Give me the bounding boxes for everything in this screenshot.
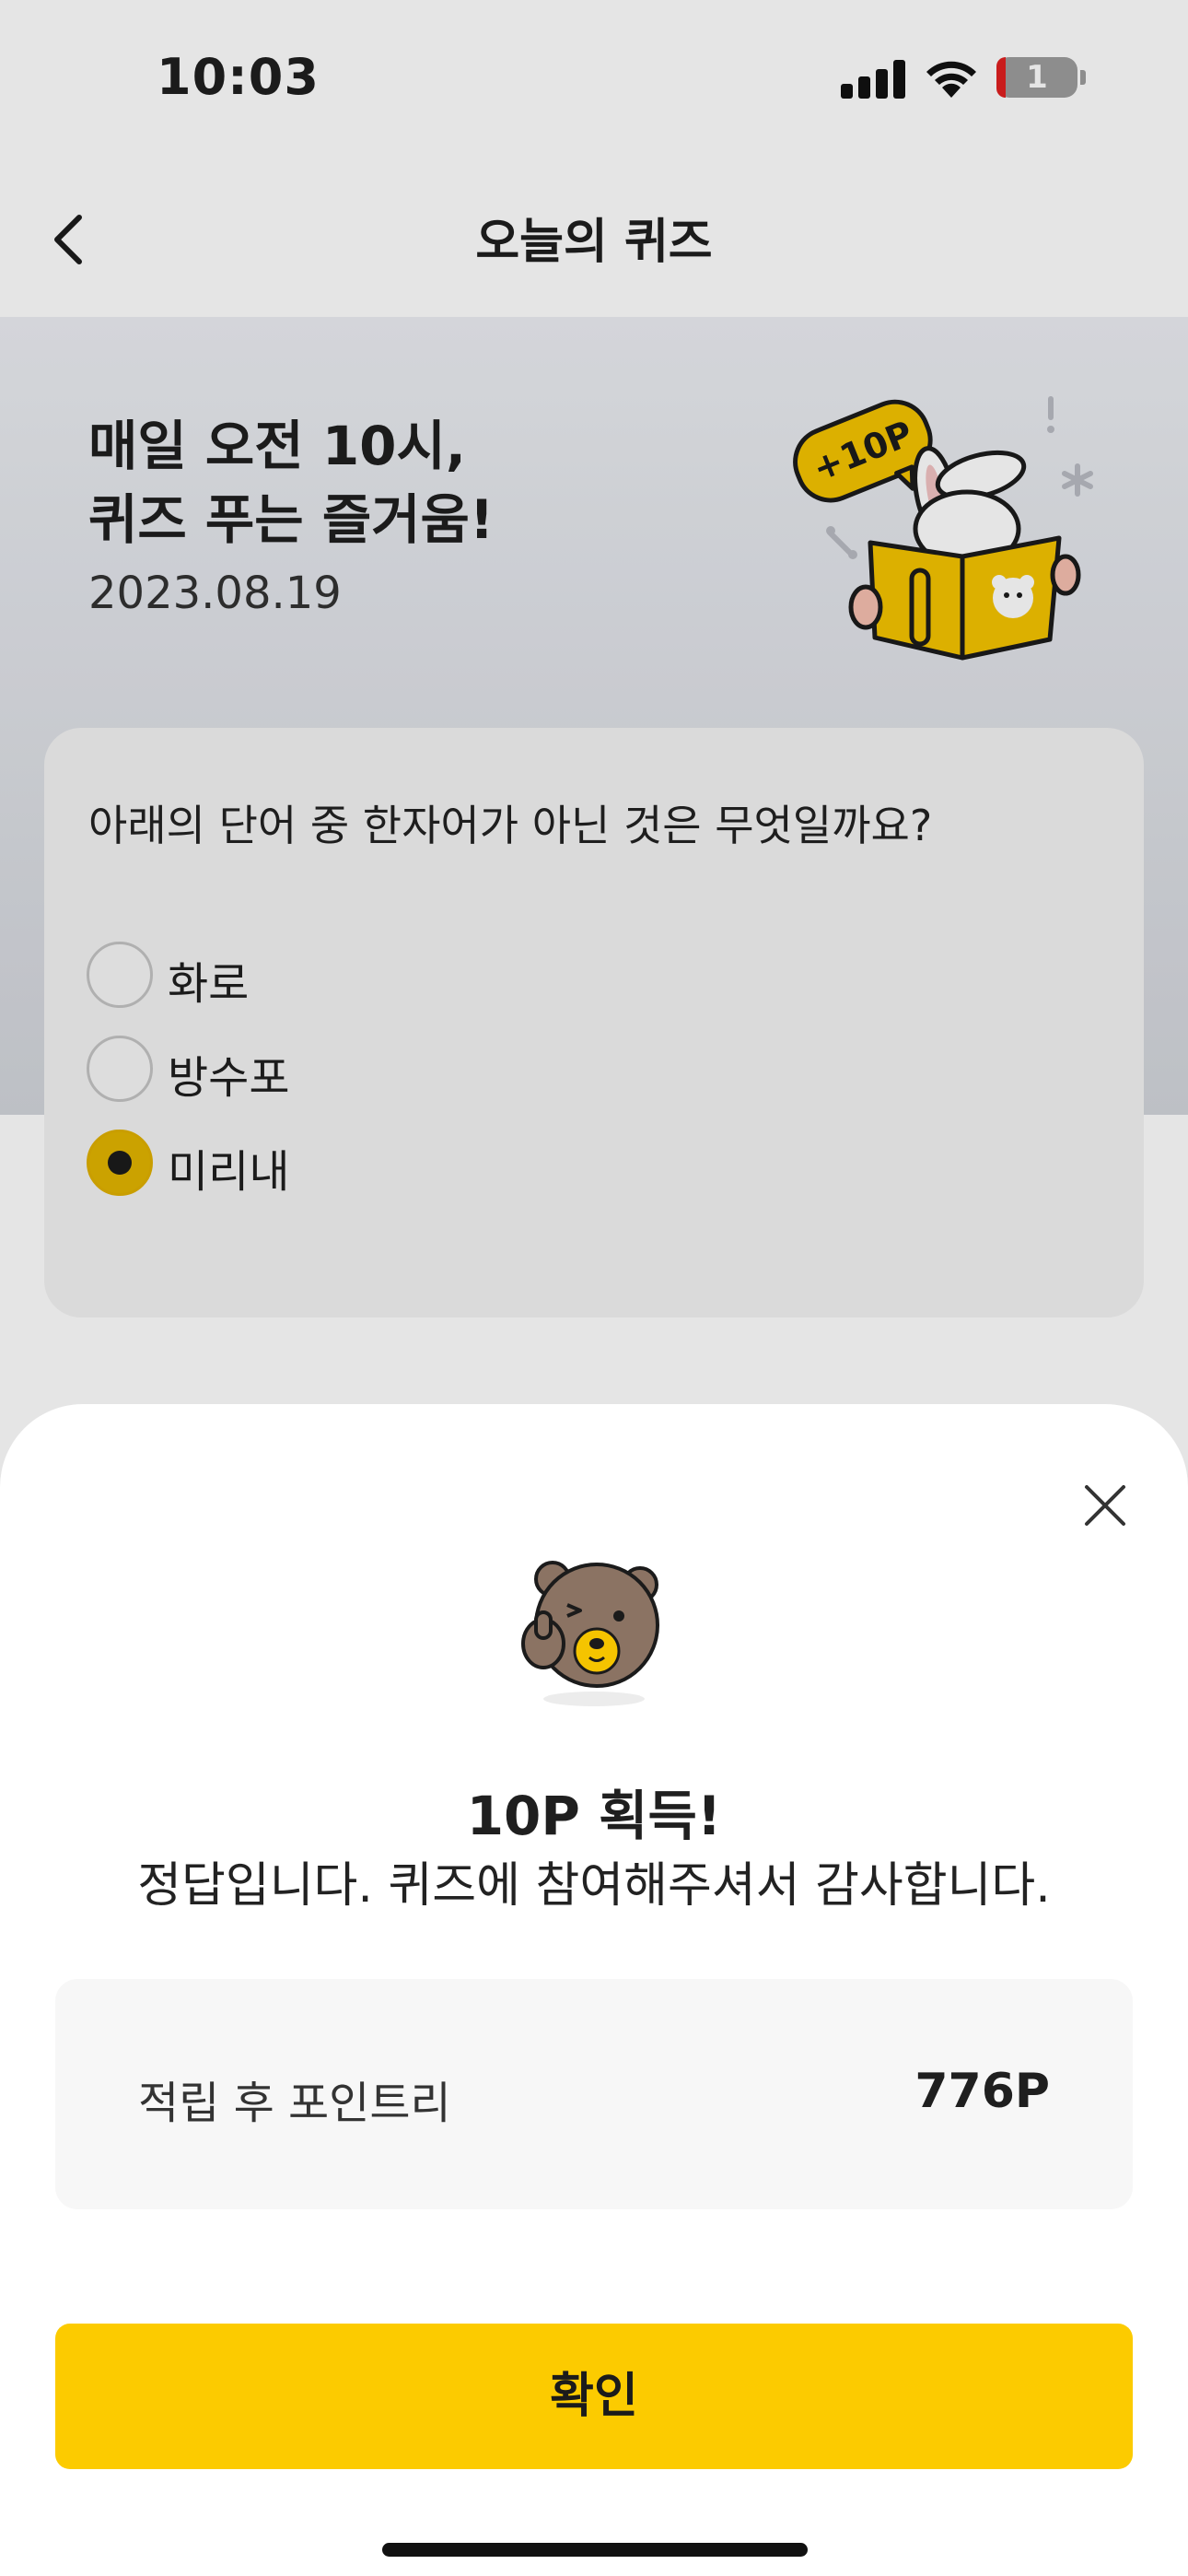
points-label: 적립 후 포인트리 (138, 2078, 451, 2129)
home-indicator (382, 2543, 808, 2557)
close-icon[interactable] (1077, 1478, 1133, 1533)
points-summary: 적립 후 포인트리 776P (55, 1979, 1133, 2209)
reward-title: 10P 획득! (466, 1785, 722, 1847)
confirm-button[interactable]: 확인 (55, 2324, 1133, 2469)
points-value: 776P (914, 2064, 1050, 2119)
result-message: 정답입니다. 퀴즈에 참여해주셔서 감사합니다. (137, 1858, 1051, 1914)
bear-thumbs-up-icon (521, 1561, 659, 1706)
result-bottom-sheet: 10P 획득! 정답입니다. 퀴즈에 참여해주셔서 감사합니다. 적립 후 포인… (0, 1404, 1188, 2576)
